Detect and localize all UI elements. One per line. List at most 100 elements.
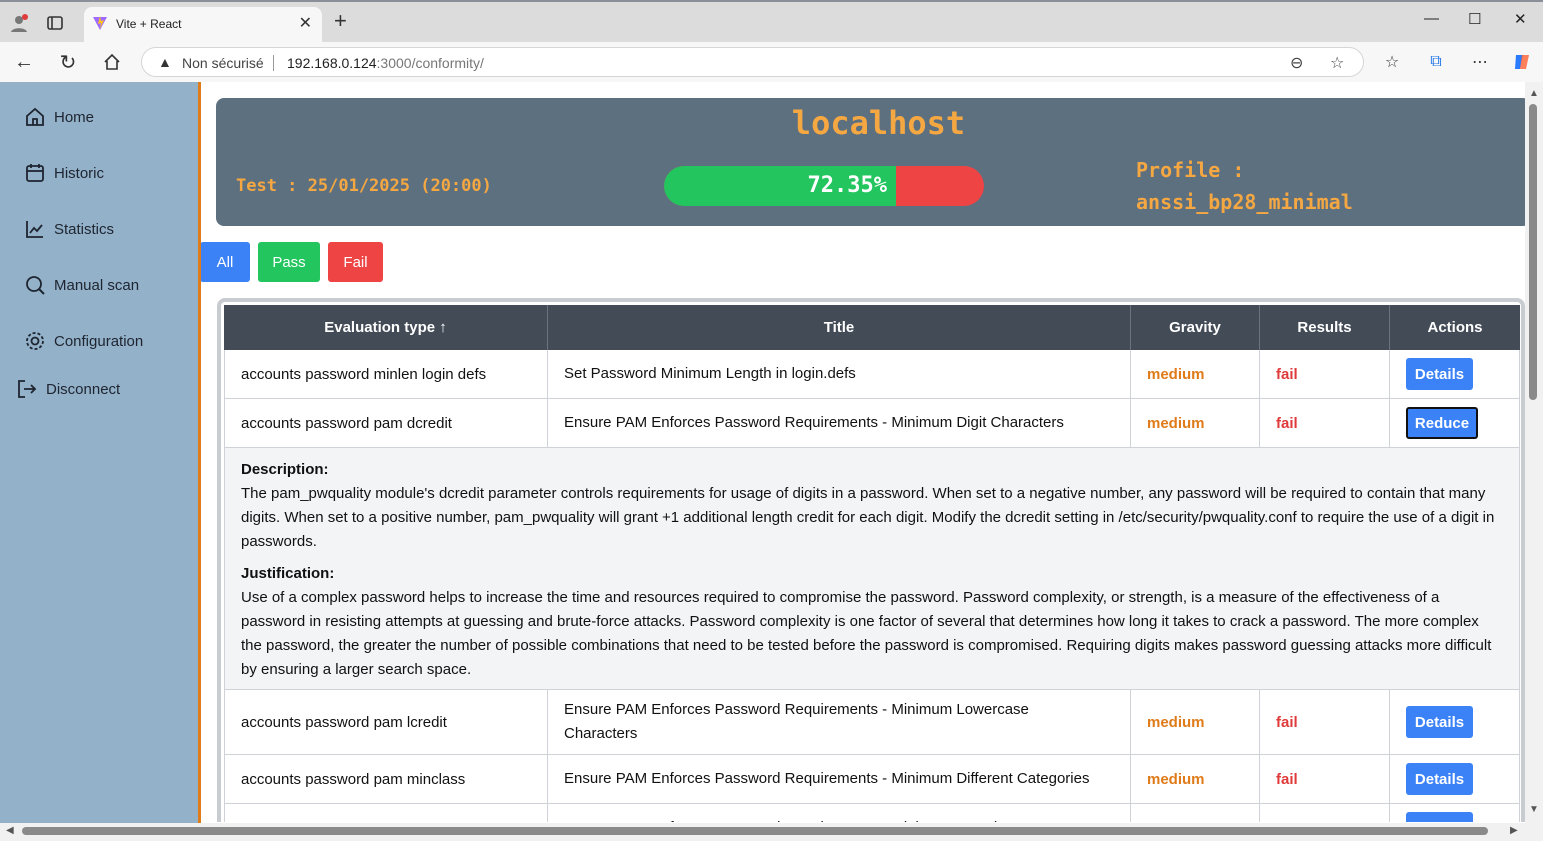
details-button[interactable]: Details	[1406, 763, 1473, 795]
favorites-icon[interactable]: ☆	[1382, 52, 1402, 72]
sidebar-item-label: Configuration	[54, 332, 144, 350]
details-button[interactable]: Details	[1406, 706, 1473, 738]
vertical-scrollbar[interactable]: ▲ ▼	[1525, 82, 1543, 823]
sidebar-item-label: Historic	[54, 164, 105, 182]
profile-label-prefix: Profile :	[1136, 158, 1245, 182]
cell-actions: Details	[1390, 690, 1520, 754]
home-browser-icon[interactable]	[100, 50, 124, 74]
details-button[interactable]: Details	[1406, 812, 1473, 822]
calendar-icon	[26, 164, 44, 182]
justification-text: Use of a complex password helps to incre…	[241, 589, 1492, 678]
scroll-left-icon[interactable]: ◀	[6, 825, 14, 836]
browser-tab[interactable]: Vite + React ✕	[84, 7, 322, 42]
cell-evaluation-type: accounts password pam minlen	[224, 804, 548, 822]
url-text: 192.168.0.124:3000/conformity/	[287, 55, 484, 71]
tab-title: Vite + React	[116, 17, 182, 31]
profile-name: anssi_bp28_minimal	[1136, 190, 1353, 214]
report-header: localhost Test : 25/01/2025 (20:00) 72.3…	[216, 98, 1525, 226]
window-top-edge	[0, 0, 1543, 2]
host-title: localhost	[791, 104, 966, 142]
sidebar-item-statistics[interactable]: Statistics	[24, 218, 114, 240]
horizontal-scrollbar[interactable]: ◀ ▶	[0, 823, 1543, 841]
sidebar-item-label: Manual scan	[54, 276, 140, 294]
row-detail-panel: Description: The pam_pwquality module's …	[224, 448, 1520, 690]
cell-gravity: medium	[1131, 755, 1260, 803]
cell-result: fail	[1260, 350, 1390, 398]
cell-actions: Details	[1390, 755, 1520, 803]
close-tab-icon[interactable]: ✕	[299, 13, 312, 33]
cell-title: Ensure PAM Enforces Password Requirement…	[548, 399, 1131, 447]
tab-actions-icon[interactable]	[46, 14, 64, 32]
scroll-up-icon[interactable]: ▲	[1529, 88, 1539, 99]
score-percent: 72.35%	[807, 173, 887, 198]
cell-result: fail	[1260, 755, 1390, 803]
profile-label: Profile : anssi_bp28_minimal	[1136, 154, 1353, 218]
sidebar-item-label: Home	[54, 108, 95, 126]
copilot-icon[interactable]	[1512, 52, 1532, 72]
sidebar-item-manual-scan[interactable]: Manual scan	[24, 274, 139, 296]
description-label: Description:	[241, 461, 329, 478]
table-row: accounts password pam lcredit Ensure PAM…	[224, 690, 1520, 755]
reduce-button[interactable]: Reduce	[1406, 407, 1478, 439]
back-icon[interactable]: ←	[12, 50, 36, 74]
scroll-down-icon[interactable]: ▼	[1529, 804, 1539, 815]
table-row: accounts password pam dcredit Ensure PAM…	[224, 399, 1520, 448]
reader-icon[interactable]: ⊖	[1290, 53, 1303, 73]
gear-icon	[26, 332, 44, 350]
filter-all-button[interactable]: All	[201, 242, 250, 282]
scroll-right-icon[interactable]: ▶	[1510, 825, 1518, 836]
filter-pass-button[interactable]: Pass	[258, 242, 320, 282]
cell-evaluation-type: accounts password pam lcredit	[224, 690, 548, 754]
cell-actions: Details	[1390, 804, 1520, 822]
sidebar-item-home[interactable]: Home	[24, 106, 94, 128]
favorite-star-icon[interactable]: ☆	[1330, 53, 1344, 73]
more-menu-icon[interactable]: ⋯	[1470, 52, 1490, 72]
table-row: accounts password minlen login defs Set …	[224, 350, 1520, 399]
refresh-icon[interactable]: ↻	[56, 50, 80, 74]
sidebar-item-configuration[interactable]: Configuration	[24, 330, 143, 352]
horizontal-scroll-thumb[interactable]	[22, 827, 1488, 835]
warning-icon: ▲	[158, 54, 172, 70]
column-header-results[interactable]: Results	[1260, 305, 1390, 350]
description-text: The pam_pwquality module's dcredit param…	[241, 485, 1495, 550]
score-progress-bar: 72.35%	[664, 166, 984, 206]
cell-result: fail	[1260, 399, 1390, 447]
cell-gravity: medium	[1131, 350, 1260, 398]
cell-title: Ensure PAM Enforces Password Requirement…	[548, 804, 1131, 822]
minimize-icon[interactable]: —	[1424, 10, 1439, 27]
column-header-title[interactable]: Title	[548, 305, 1131, 350]
cell-title: Ensure PAM Enforces Password Requirement…	[548, 690, 1131, 754]
cell-gravity: medium	[1131, 804, 1260, 822]
column-header-gravity[interactable]: Gravity	[1131, 305, 1260, 350]
column-header-evaluation-type[interactable]: Evaluation type ↑	[224, 305, 548, 350]
sidebar-item-historic[interactable]: Historic	[24, 162, 104, 184]
details-button[interactable]: Details	[1406, 358, 1473, 390]
cell-title: Ensure PAM Enforces Password Requirement…	[548, 755, 1131, 803]
chart-icon	[26, 221, 43, 238]
filter-fail-button[interactable]: Fail	[328, 242, 383, 282]
justification-label: Justification:	[241, 565, 335, 582]
cell-title: Set Password Minimum Length in login.def…	[548, 350, 1131, 398]
url-separator	[273, 55, 274, 71]
cell-evaluation-type: accounts password pam dcredit	[224, 399, 548, 447]
cell-actions: Reduce	[1390, 399, 1520, 447]
url-host: 192.168.0.124	[287, 55, 377, 71]
cell-gravity: medium	[1131, 399, 1260, 447]
collections-icon[interactable]: ⧉	[1426, 52, 1446, 72]
profile-avatar-icon[interactable]	[8, 12, 30, 34]
vertical-scroll-thumb[interactable]	[1529, 104, 1537, 400]
security-label: Non sécurisé	[182, 55, 264, 71]
cell-actions: Details	[1390, 350, 1520, 398]
close-window-icon[interactable]: ✕	[1514, 10, 1527, 28]
cell-evaluation-type: accounts password pam minclass	[224, 755, 548, 803]
table-header: Evaluation type ↑ Title Gravity Results …	[224, 305, 1520, 350]
maximize-icon[interactable]: ☐	[1468, 10, 1481, 28]
sidebar-item-label: Statistics	[54, 220, 115, 238]
sidebar-item-disconnect[interactable]: Disconnect	[16, 378, 120, 400]
url-bar[interactable]: ▲ Non sécurisé 192.168.0.124:3000/confor…	[141, 47, 1364, 77]
cell-evaluation-type: accounts password minlen login defs	[224, 350, 548, 398]
browser-tab-bar: Vite + React ✕ + — ☐ ✕	[0, 0, 1543, 42]
url-path: :3000/conformity/	[376, 55, 484, 71]
logout-icon	[18, 380, 37, 398]
new-tab-icon[interactable]: +	[334, 10, 347, 32]
